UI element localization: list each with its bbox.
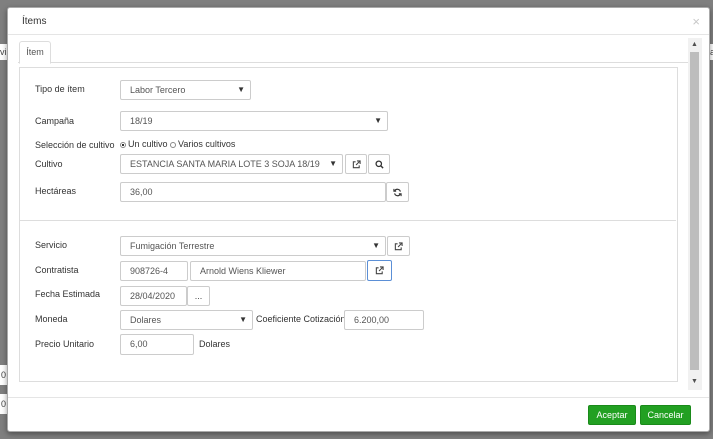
hectareas-refresh-button[interactable] [386, 182, 409, 202]
moneda-label: Moneda [35, 314, 68, 324]
radio-unchecked-icon [170, 142, 176, 148]
chevron-down-icon: ▼ [372, 241, 380, 250]
radio-label: Varios cultivos [178, 139, 236, 149]
contratista-code-input[interactable]: 908726-4 [120, 261, 188, 281]
modal-footer [8, 397, 709, 398]
servicio-label: Servicio [35, 240, 68, 250]
hectareas-value: 36,00 [130, 187, 153, 197]
section-divider [20, 220, 676, 221]
external-link-icon [375, 266, 384, 275]
contratista-open-button[interactable] [367, 260, 392, 281]
precio-unitario-label: Precio Unitario [35, 339, 95, 349]
fecha-estimada-label: Fecha Estimada [35, 289, 101, 299]
chevron-down-icon: ▼ [237, 85, 245, 94]
fecha-estimada-input[interactable]: 28/04/2020 [120, 286, 187, 306]
seleccion-cultivo-label: Selección de cultivo [35, 140, 115, 150]
scroll-down-icon[interactable]: ▼ [691, 378, 698, 385]
scrollbar-thumb[interactable] [690, 52, 699, 370]
cultivo-search-button[interactable] [368, 154, 390, 174]
servicio-open-button[interactable] [387, 236, 410, 256]
coeficiente-value: 6.200,00 [354, 315, 390, 325]
modal-title: Ítems [22, 16, 47, 27]
external-link-icon [352, 160, 361, 169]
background-fragment: vi [0, 44, 7, 60]
tab-divider [18, 62, 692, 63]
radio-label: Un cultivo [128, 139, 168, 149]
tab-label: Ítem [26, 47, 44, 57]
cultivo-select[interactable]: ESTANCIA SANTA MARIA LOTE 3 SOJA 18/19 ▼ [120, 154, 343, 174]
date-picker-button[interactable]: ... [187, 286, 210, 306]
moneda-select[interactable]: Dolares ▼ [120, 310, 253, 330]
contratista-label: Contratista [35, 265, 79, 275]
contratista-code-value: 908726-4 [130, 266, 169, 276]
chevron-down-icon: ▼ [374, 116, 382, 125]
radio-varios-cultivos[interactable]: Varios cultivos [170, 139, 235, 149]
servicio-value: Fumigación Terrestre [130, 241, 215, 251]
cultivo-open-button[interactable] [345, 154, 367, 174]
hectareas-label: Hectáreas [35, 186, 77, 196]
tipo-item-value: Labor Tercero [130, 85, 186, 95]
campana-select[interactable]: 18/19 ▼ [120, 111, 388, 131]
date-picker-label: ... [194, 291, 203, 301]
campana-value: 18/19 [130, 116, 153, 126]
hectareas-input[interactable]: 36,00 [120, 182, 386, 202]
servicio-select[interactable]: Fumigación Terrestre ▼ [120, 236, 386, 256]
chevron-down-icon: ▼ [329, 159, 337, 168]
cancel-button[interactable]: Cancelar [640, 405, 691, 425]
coeficiente-label: Coeficiente Cotización [256, 314, 346, 324]
search-icon [374, 160, 384, 169]
radio-un-cultivo[interactable]: Un cultivo [120, 139, 168, 149]
campana-label: Campaña [35, 116, 75, 126]
radio-checked-icon [120, 142, 126, 148]
chevron-down-icon: ▼ [239, 315, 247, 324]
close-icon[interactable]: × [692, 14, 700, 29]
scroll-up-icon[interactable]: ▲ [691, 41, 698, 48]
contratista-name-input[interactable]: Arnold Wiens Kliewer [190, 261, 366, 281]
modal-header: Ítems × [8, 8, 709, 35]
external-link-icon [394, 242, 403, 251]
precio-unitario-input[interactable]: 6,00 [120, 334, 194, 355]
precio-unitario-value: 6,00 [130, 339, 148, 349]
items-modal: Ítems × Ítem Tipo de ítem Labor Tercero … [7, 7, 710, 432]
fecha-estimada-value: 28/04/2020 [130, 291, 176, 301]
moneda-value: Dolares [130, 315, 162, 325]
cultivo-value: ESTANCIA SANTA MARIA LOTE 3 SOJA 18/19 [130, 159, 320, 169]
tab-item[interactable]: Ítem [19, 41, 51, 64]
contratista-name-value: Arnold Wiens Kliewer [200, 266, 286, 276]
refresh-icon [393, 188, 402, 197]
coeficiente-input[interactable]: 6.200,00 [344, 310, 424, 330]
cultivo-label: Cultivo [35, 159, 63, 169]
tipo-item-select[interactable]: Labor Tercero ▼ [120, 80, 251, 100]
accept-button[interactable]: Aceptar [588, 405, 636, 425]
tipo-item-label: Tipo de ítem [35, 84, 85, 94]
precio-unitario-unit: Dolares [199, 339, 231, 349]
